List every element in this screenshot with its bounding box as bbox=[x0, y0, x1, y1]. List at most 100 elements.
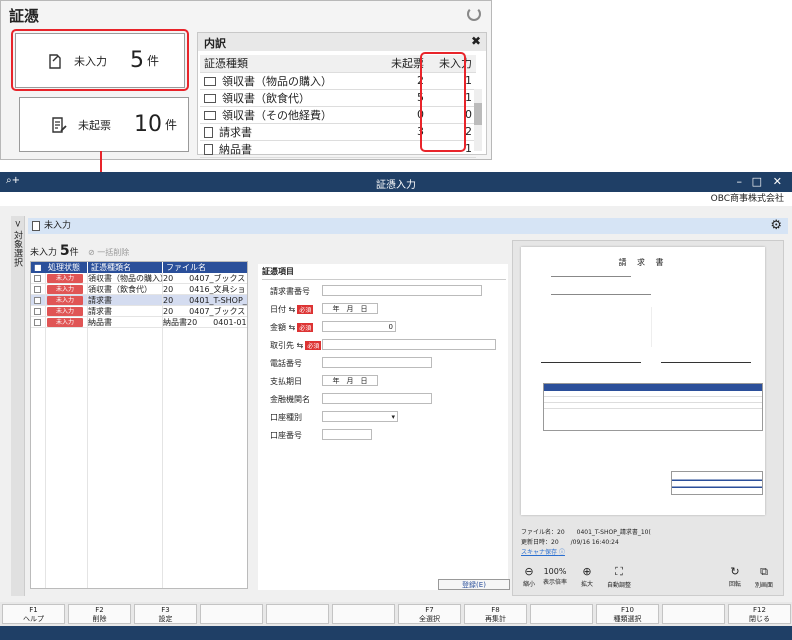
breakdown-title: 内訳 bbox=[204, 37, 226, 50]
panel-title: 未入力 bbox=[44, 221, 72, 231]
table-row[interactable]: 未入力領収書（飲食代）20 0416_文具ショップ新 bbox=[31, 284, 247, 295]
bank-input[interactable] bbox=[322, 393, 432, 404]
register-button[interactable]: 登録(E) bbox=[438, 579, 510, 590]
document-icon bbox=[32, 221, 40, 231]
partner-input[interactable] bbox=[322, 339, 496, 350]
info-icon: ⓘ bbox=[558, 549, 565, 556]
function-key-bar: F1 ヘルプ F2 削除 F3 設定 F7 全選択 F8 再集計 F10 種類選択 F12 閉… bbox=[0, 602, 792, 626]
scanner-save-link[interactable]: スキャナ保存 ⓘ bbox=[521, 547, 565, 556]
record-count: 未入力 5件 bbox=[30, 243, 79, 259]
breakdown-scrollbar[interactable] bbox=[474, 89, 482, 151]
company-name: OBC商事株式会社 bbox=[0, 192, 792, 206]
preview-doc-title: 請 求 書 bbox=[618, 258, 668, 267]
window-icon: ⧉ bbox=[760, 565, 768, 578]
window-title: 証憑入力 bbox=[376, 180, 416, 191]
f10-type-select-button[interactable]: F10 種類選択 bbox=[596, 604, 659, 624]
f4-button[interactable] bbox=[200, 604, 263, 624]
amount-label: 金額 ⇆ 必須 bbox=[270, 323, 314, 332]
status-bar bbox=[0, 626, 792, 640]
f5-button[interactable] bbox=[266, 604, 329, 624]
table-row[interactable]: 未入力領収書（物品の購入）20 0407_ブックストア新 bbox=[31, 273, 247, 284]
gear-icon[interactable]: ⚙ bbox=[770, 218, 782, 234]
undrafted-label: 未起票 bbox=[78, 118, 111, 132]
undrafted-count: 10 bbox=[134, 112, 162, 137]
target-select-tab[interactable]: > 対象選択 bbox=[11, 216, 25, 596]
f3-settings-button[interactable]: F3 設定 bbox=[134, 604, 197, 624]
receipt-icon bbox=[204, 77, 216, 86]
f11-button[interactable] bbox=[662, 604, 725, 624]
invoice-no-input[interactable] bbox=[322, 285, 482, 296]
bulk-delete-button[interactable]: ⊘ 一括削除 bbox=[88, 247, 129, 258]
select-all-checkbox[interactable]: ■ bbox=[31, 262, 45, 273]
auto-fit-button[interactable]: ⛶ 自動調整 bbox=[607, 565, 631, 589]
invoice-no-label: 請求書番号 bbox=[270, 287, 310, 296]
voucher-entry-window: ⌕+ 証憑入力 – □ ✕ OBC商事株式会社 > 対象選択 未入力 ⚙ 未入力… bbox=[0, 172, 792, 640]
col-status[interactable]: 処理状態 bbox=[45, 262, 87, 273]
preview-file-name: ファイル名：20 0401_T-SHOP_請求書_10( bbox=[521, 529, 651, 536]
invoice-image: 請 求 書 bbox=[521, 247, 765, 515]
receipt-icon bbox=[204, 94, 216, 103]
date-input[interactable]: 年 月 日 bbox=[322, 303, 378, 314]
f2-delete-button[interactable]: F2 削除 bbox=[68, 604, 131, 624]
chevron-down-icon: ▾ bbox=[391, 413, 395, 421]
zoom-in-icon: ⊕ bbox=[582, 565, 592, 578]
document-preview: 請 求 書 ファイル名：20 0401_T-SHOP_請求書_10( 更新日時：… bbox=[512, 240, 784, 596]
zoom-out-button[interactable]: ⊖ 縮小 bbox=[523, 565, 535, 588]
f9-button[interactable] bbox=[530, 604, 593, 624]
f8-recount-button[interactable]: F8 再集計 bbox=[464, 604, 527, 624]
due-input[interactable]: 年 月 日 bbox=[322, 375, 378, 386]
link-icon: ⇆ bbox=[288, 323, 296, 332]
acct-no-label: 口座番号 bbox=[270, 431, 302, 440]
preview-line-table bbox=[543, 383, 763, 431]
preview-toolbar: ⊖ 縮小 100% 表示倍率 ⊕ 拡大 ⛶ 自動調整 ↻ 回転 ⧉ 別画面 bbox=[519, 565, 779, 591]
zoom-level[interactable]: 100% 表示倍率 bbox=[543, 565, 567, 586]
undrafted-button[interactable]: 未起票 10 件 bbox=[19, 97, 189, 152]
maximize-icon[interactable]: □ bbox=[752, 175, 762, 188]
phone-input[interactable] bbox=[322, 357, 432, 368]
separate-window-button[interactable]: ⧉ 別画面 bbox=[755, 565, 773, 589]
table-row[interactable]: 未入力納品書納品書20 0401-01.pdf bbox=[31, 317, 247, 328]
delivery-slip-icon bbox=[204, 144, 213, 155]
close-icon[interactable]: ✕ bbox=[773, 175, 782, 188]
f7-select-all-button[interactable]: F7 全選択 bbox=[398, 604, 461, 624]
rotate-icon: ↻ bbox=[730, 565, 740, 578]
date-label: 日付 ⇆ 必須 bbox=[270, 305, 314, 314]
f6-button[interactable] bbox=[332, 604, 395, 624]
voucher-form: 証憑項目 請求書番号 日付 ⇆ 必須 年 月 日 金額 ⇆ 必須 0 取引先 ⇆ 必須… bbox=[258, 264, 508, 590]
bank-label: 金融機関名 bbox=[270, 395, 310, 404]
tools-icon[interactable]: ✖ bbox=[471, 34, 481, 48]
amount-input[interactable]: 0 bbox=[322, 321, 396, 332]
panel-header: 未入力 ⚙ bbox=[28, 218, 788, 234]
form-section-title: 証憑項目 bbox=[262, 266, 506, 280]
acct-no-input[interactable] bbox=[322, 429, 372, 440]
title-bar: ⌕+ 証憑入力 – □ ✕ bbox=[0, 172, 792, 192]
zoom-in-button[interactable]: ⊕ 拡大 bbox=[581, 565, 593, 588]
partner-label: 取引先 ⇆ 必須 bbox=[270, 341, 322, 350]
undrafted-unit: 件 bbox=[165, 118, 178, 132]
minimize-icon[interactable]: – bbox=[737, 175, 743, 188]
phone-label: 電話番号 bbox=[270, 359, 302, 368]
table-row[interactable]: 未入力請求書20 0407_ブックストア新 bbox=[31, 306, 247, 317]
acct-type-select[interactable]: ▾ bbox=[322, 411, 398, 422]
f1-help-button[interactable]: F1 ヘルプ bbox=[2, 604, 65, 624]
highlight-unentered-column bbox=[420, 52, 466, 152]
expand-icon: > bbox=[12, 220, 22, 231]
col-type[interactable]: 証憑種類名 bbox=[88, 262, 162, 273]
widget-title: 証憑 bbox=[9, 7, 40, 25]
highlight-unentered-button bbox=[11, 29, 189, 91]
invoice-icon bbox=[204, 127, 213, 138]
document-pen-icon bbox=[50, 116, 68, 134]
link-icon: ⇆ bbox=[288, 305, 296, 314]
rotate-button[interactable]: ↻ 回転 bbox=[729, 565, 741, 588]
voucher-grid: ■ 処理状態 証憑種類名 ファイル名 未入力 領収書（物品の購入） 20 0407_… bbox=[30, 261, 248, 589]
col-header-type: 証憑種類 bbox=[200, 55, 380, 73]
table-row[interactable]: 未入力請求書20 0401_T-SHOP_請求 bbox=[31, 295, 247, 306]
f12-close-button[interactable]: F12 閉じる bbox=[728, 604, 791, 624]
preview-updated: 更新日時：20 /09/16 16:40:24 bbox=[521, 539, 619, 546]
col-file[interactable]: ファイル名 bbox=[163, 262, 247, 273]
refresh-icon[interactable] bbox=[467, 7, 481, 21]
acct-type-label: 口座種別 bbox=[270, 413, 302, 422]
link-icon: ⇆ bbox=[296, 341, 304, 350]
fit-icon: ⛶ bbox=[615, 565, 623, 578]
receipt-icon bbox=[204, 111, 216, 120]
